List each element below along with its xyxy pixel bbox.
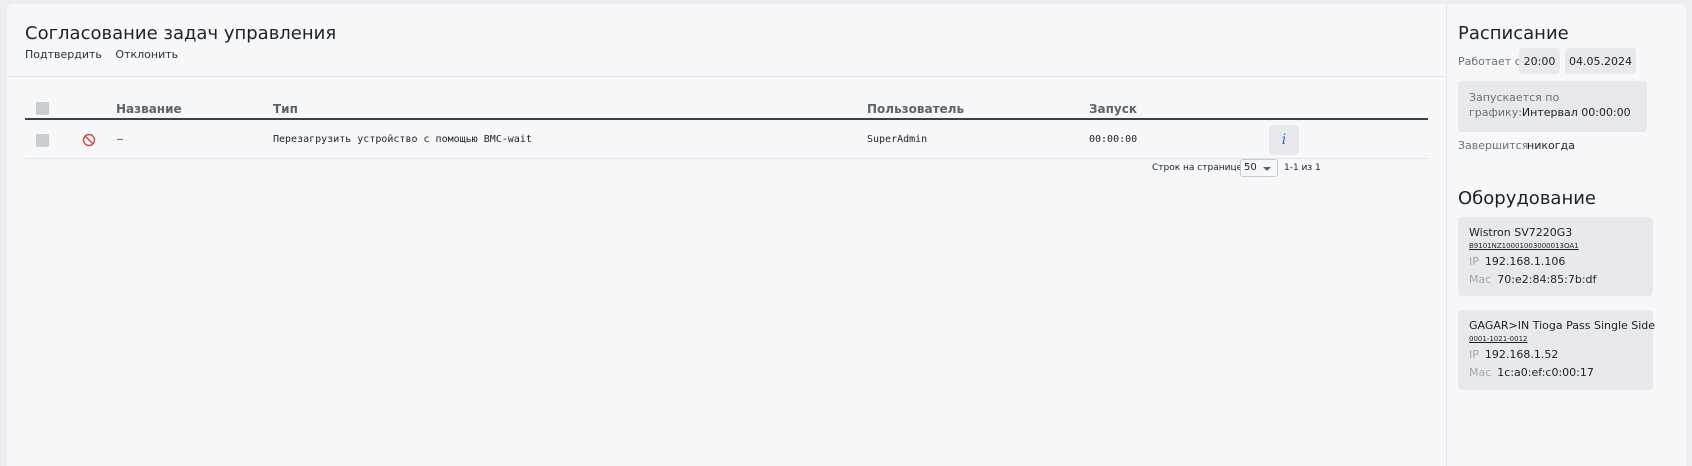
equipment-model: GAGAR>IN Tioga Pass Single Side — [1469, 319, 1656, 332]
equipment-card[interactable]: GAGAR>IN Tioga Pass Single Side 0001-102… — [1458, 310, 1656, 390]
mac-row: Mac 70:e2:84:85:7b:df — [1469, 273, 1642, 286]
equipment-card[interactable]: Wistron SV7220G3 B9101NZ10001003000013OA… — [1458, 217, 1653, 296]
equipment-model: Wistron SV7220G3 — [1469, 226, 1573, 239]
row-name: – — [117, 134, 124, 145]
info-button[interactable]: i — [1269, 125, 1299, 155]
chevron-down-icon — [1263, 167, 1271, 171]
equipment-serial[interactable]: B9101NZ10001003000013OA1 — [1469, 242, 1642, 250]
ends-value: никогда — [1527, 139, 1575, 152]
mac-row: Mac 1c:a0:ef:c0:00:17 — [1469, 366, 1642, 379]
ip-value: 192.168.1.106 — [1484, 255, 1566, 268]
confirm-button[interactable]: Подтвердить — [25, 48, 102, 61]
ip-row: IP 192.168.1.52 — [1469, 348, 1642, 361]
row-start: 00:00:00 — [1089, 134, 1138, 145]
main-panel: Согласование задач управления Подтвердит… — [7, 4, 1446, 466]
divider — [7, 76, 1446, 77]
table-row[interactable]: – Перезагрузить устройство с помощью BMC… — [25, 122, 1428, 159]
pagination-range: 1-1 из 1 — [1284, 163, 1321, 173]
ip-label: IP — [1469, 348, 1479, 361]
works-from-label: Работает с — [1458, 55, 1521, 68]
start-time: 20:00 — [1519, 48, 1560, 74]
equipment-title: Оборудование — [1458, 188, 1596, 209]
page-title: Согласование задач управления — [25, 23, 337, 44]
rows-per-page-select[interactable]: 50 — [1240, 159, 1278, 177]
column-user[interactable]: Пользователь — [867, 102, 964, 116]
ban-icon — [82, 133, 96, 147]
ip-value: 192.168.1.52 — [1484, 348, 1559, 361]
ends-label: Завершится — [1458, 139, 1529, 152]
table-header: Название Тип Пользователь Запуск — [25, 98, 1428, 120]
equipment-serial[interactable]: 0001-1021-0012 — [1469, 335, 1642, 343]
row-checkbox[interactable] — [36, 134, 49, 147]
schedule-title: Расписание — [1458, 23, 1569, 44]
column-start[interactable]: Запуск — [1089, 102, 1137, 116]
mac-value: 70:e2:84:85:7b:df — [1497, 273, 1597, 286]
rows-per-page-value: 50 — [1244, 162, 1257, 173]
column-name[interactable]: Название — [116, 102, 182, 116]
ip-row: IP 192.168.1.106 — [1469, 255, 1642, 268]
column-type[interactable]: Тип — [273, 102, 298, 116]
row-type: Перезагрузить устройство с помощью BMC-w… — [273, 134, 532, 145]
schedule-info: Запускается по графику:Интервал 00:00:00 — [1458, 81, 1647, 132]
toolbar: Подтвердить Отклонить — [25, 48, 188, 61]
select-all-checkbox[interactable] — [36, 102, 49, 115]
row-user: SuperAdmin — [867, 134, 928, 145]
ip-label: IP — [1469, 255, 1479, 268]
runs-value: Интервал 00:00:00 — [1521, 106, 1631, 119]
mac-label: Mac — [1469, 366, 1492, 379]
info-icon: i — [1281, 132, 1287, 148]
details-panel: Расписание Работает с 20:00 04.05.2024 З… — [1446, 4, 1686, 466]
rows-per-page-label: Строк на странице: — [1152, 163, 1246, 173]
reject-button[interactable]: Отклонить — [115, 48, 178, 61]
mac-value: 1c:a0:ef:c0:00:17 — [1497, 366, 1594, 379]
mac-label: Mac — [1469, 273, 1492, 286]
start-date: 04.05.2024 — [1565, 48, 1636, 74]
